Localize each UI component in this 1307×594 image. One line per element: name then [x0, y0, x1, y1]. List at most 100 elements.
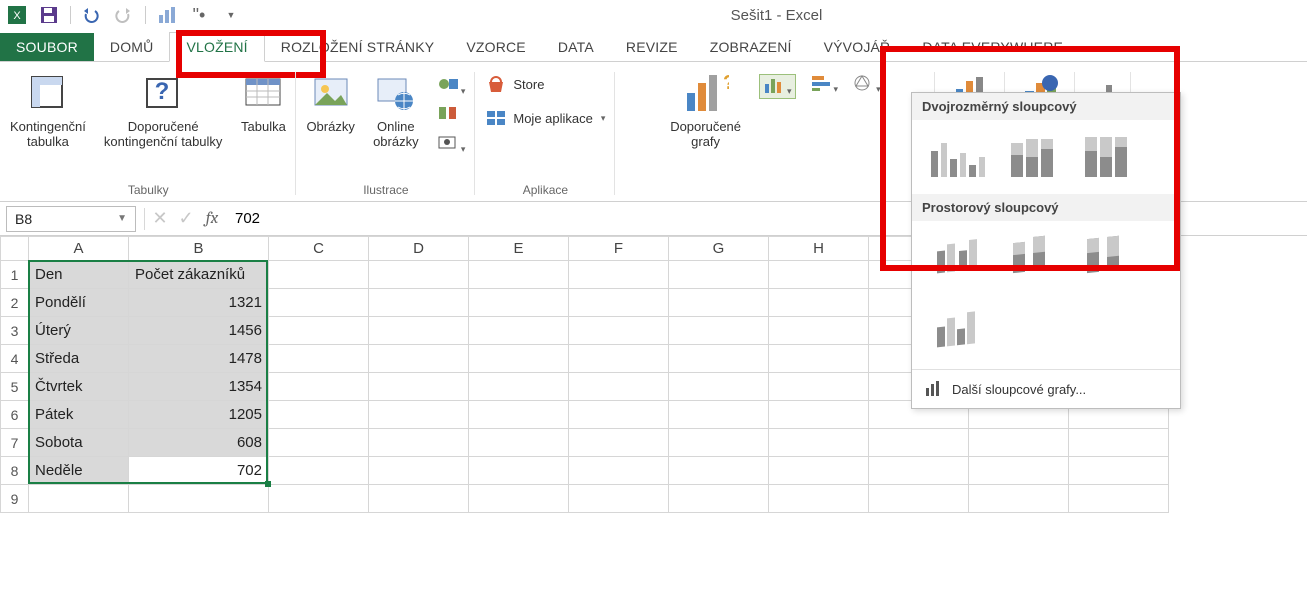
row-header-9[interactable]: 9 [1, 485, 29, 513]
smartart-small-button[interactable] [437, 103, 466, 126]
row-header-8[interactable]: 8 [1, 457, 29, 485]
recommended-pivot-button[interactable]: ? Doporučené kontingenční tabulky [104, 70, 223, 150]
cell[interactable] [469, 317, 569, 345]
cell[interactable] [369, 373, 469, 401]
cell[interactable] [569, 373, 669, 401]
col-header-C[interactable]: C [269, 237, 369, 261]
insert-function-button[interactable]: fx [199, 209, 225, 228]
radar-chart-button[interactable]: ▾ [852, 74, 881, 99]
cell[interactable] [569, 485, 669, 513]
cell[interactable] [669, 457, 769, 485]
col-header-H[interactable]: H [769, 237, 869, 261]
bar-chart-button[interactable]: ▾ [810, 74, 839, 99]
cell[interactable] [769, 289, 869, 317]
cell[interactable] [569, 345, 669, 373]
cell-A7[interactable]: Sobota [29, 429, 129, 457]
row-header-1[interactable]: 1 [1, 261, 29, 289]
cell[interactable] [269, 429, 369, 457]
cell[interactable] [369, 345, 469, 373]
cell[interactable] [769, 345, 869, 373]
cell-B5[interactable]: 1354 [129, 373, 269, 401]
col-header-G[interactable]: G [669, 237, 769, 261]
cell-A8[interactable]: Neděle [29, 457, 129, 485]
qat-quotes-icon[interactable]: "• [188, 4, 210, 26]
undo-button[interactable] [81, 4, 103, 26]
cell[interactable] [769, 401, 869, 429]
cell[interactable] [269, 485, 369, 513]
cell[interactable] [969, 485, 1069, 513]
cell[interactable] [469, 485, 569, 513]
stacked100-column-thumb[interactable] [1074, 132, 1138, 182]
selection-handle[interactable] [265, 481, 271, 487]
cell[interactable] [469, 401, 569, 429]
col-header-D[interactable]: D [369, 237, 469, 261]
cell[interactable] [869, 485, 969, 513]
cell[interactable] [369, 457, 469, 485]
cell-A6[interactable]: Pátek [29, 401, 129, 429]
cell[interactable] [369, 289, 469, 317]
cell-B3[interactable]: 1456 [129, 317, 269, 345]
row-header-3[interactable]: 3 [1, 317, 29, 345]
cell[interactable] [1069, 485, 1169, 513]
cell[interactable] [369, 261, 469, 289]
more-column-charts[interactable]: Další sloupcové grafy... [912, 369, 1180, 408]
cancel-formula-button[interactable]: ✕ [147, 208, 173, 229]
cell[interactable] [669, 429, 769, 457]
enter-formula-button[interactable]: ✓ [173, 208, 199, 229]
table-button[interactable]: Tabulka [240, 70, 286, 135]
tab-vzorce[interactable]: VZORCE [450, 33, 542, 61]
recommended-charts-button[interactable]: ? Doporučené grafy [670, 70, 741, 150]
tab-soubor[interactable]: SOUBOR [0, 33, 94, 61]
cell-B8-active[interactable]: 702 [129, 457, 269, 485]
cell-A1[interactable]: Den [29, 261, 129, 289]
cell[interactable] [569, 261, 669, 289]
tab-data-everywhere[interactable]: DATA EVERYWHERE [906, 33, 1079, 61]
cell[interactable] [769, 373, 869, 401]
cell-A5[interactable]: Čtvrtek [29, 373, 129, 401]
online-pictures-button[interactable]: Online obrázky [373, 70, 419, 150]
cell[interactable] [469, 429, 569, 457]
cell[interactable] [369, 401, 469, 429]
cell[interactable] [269, 373, 369, 401]
column-chart-button[interactable]: ▾ [759, 74, 796, 99]
cell-A2[interactable]: Pondělí [29, 289, 129, 317]
col-header-B[interactable]: B [129, 237, 269, 261]
cell-A4[interactable]: Středa [29, 345, 129, 373]
cell[interactable] [569, 401, 669, 429]
cell[interactable] [269, 457, 369, 485]
stacked-3d-thumb[interactable] [1000, 233, 1064, 283]
tab-rozlozeni[interactable]: ROZLOŽENÍ STRÁNKY [265, 33, 451, 61]
cell[interactable] [269, 261, 369, 289]
clustered-3d-thumb[interactable] [926, 233, 990, 283]
tab-vlozeni[interactable]: VLOŽENÍ [169, 32, 264, 62]
cell[interactable] [669, 261, 769, 289]
row-header-5[interactable]: 5 [1, 373, 29, 401]
my-apps-button[interactable]: Moje aplikace ▾ [485, 108, 605, 128]
row-header-6[interactable]: 6 [1, 401, 29, 429]
cell[interactable] [769, 429, 869, 457]
col-header-A[interactable]: A [29, 237, 129, 261]
shapes-small-button[interactable]: ▾ [437, 74, 466, 97]
cell-B7[interactable]: 608 [129, 429, 269, 457]
qat-chart-icon[interactable] [156, 4, 178, 26]
row-header-4[interactable]: 4 [1, 345, 29, 373]
cell[interactable] [669, 345, 769, 373]
cell[interactable] [469, 261, 569, 289]
col-header-E[interactable]: E [469, 237, 569, 261]
clustered-column-thumb[interactable] [926, 132, 990, 182]
cell[interactable] [769, 485, 869, 513]
cell[interactable] [369, 429, 469, 457]
cell[interactable] [1069, 457, 1169, 485]
cell[interactable] [869, 429, 969, 457]
cell[interactable] [669, 373, 769, 401]
cell[interactable] [269, 345, 369, 373]
select-all-corner[interactable] [1, 237, 29, 261]
pictures-button[interactable]: Obrázky [306, 70, 354, 135]
tab-vyvojar[interactable]: VÝVOJÁŘ [808, 33, 907, 61]
qat-customize-dropdown[interactable]: ▼ [220, 4, 242, 26]
cell[interactable] [469, 289, 569, 317]
tab-domu[interactable]: DOMŮ [94, 33, 170, 61]
redo-button[interactable] [113, 4, 135, 26]
cell-B2[interactable]: 1321 [129, 289, 269, 317]
pivot-table-button[interactable]: Kontingenční tabulka [10, 70, 86, 150]
